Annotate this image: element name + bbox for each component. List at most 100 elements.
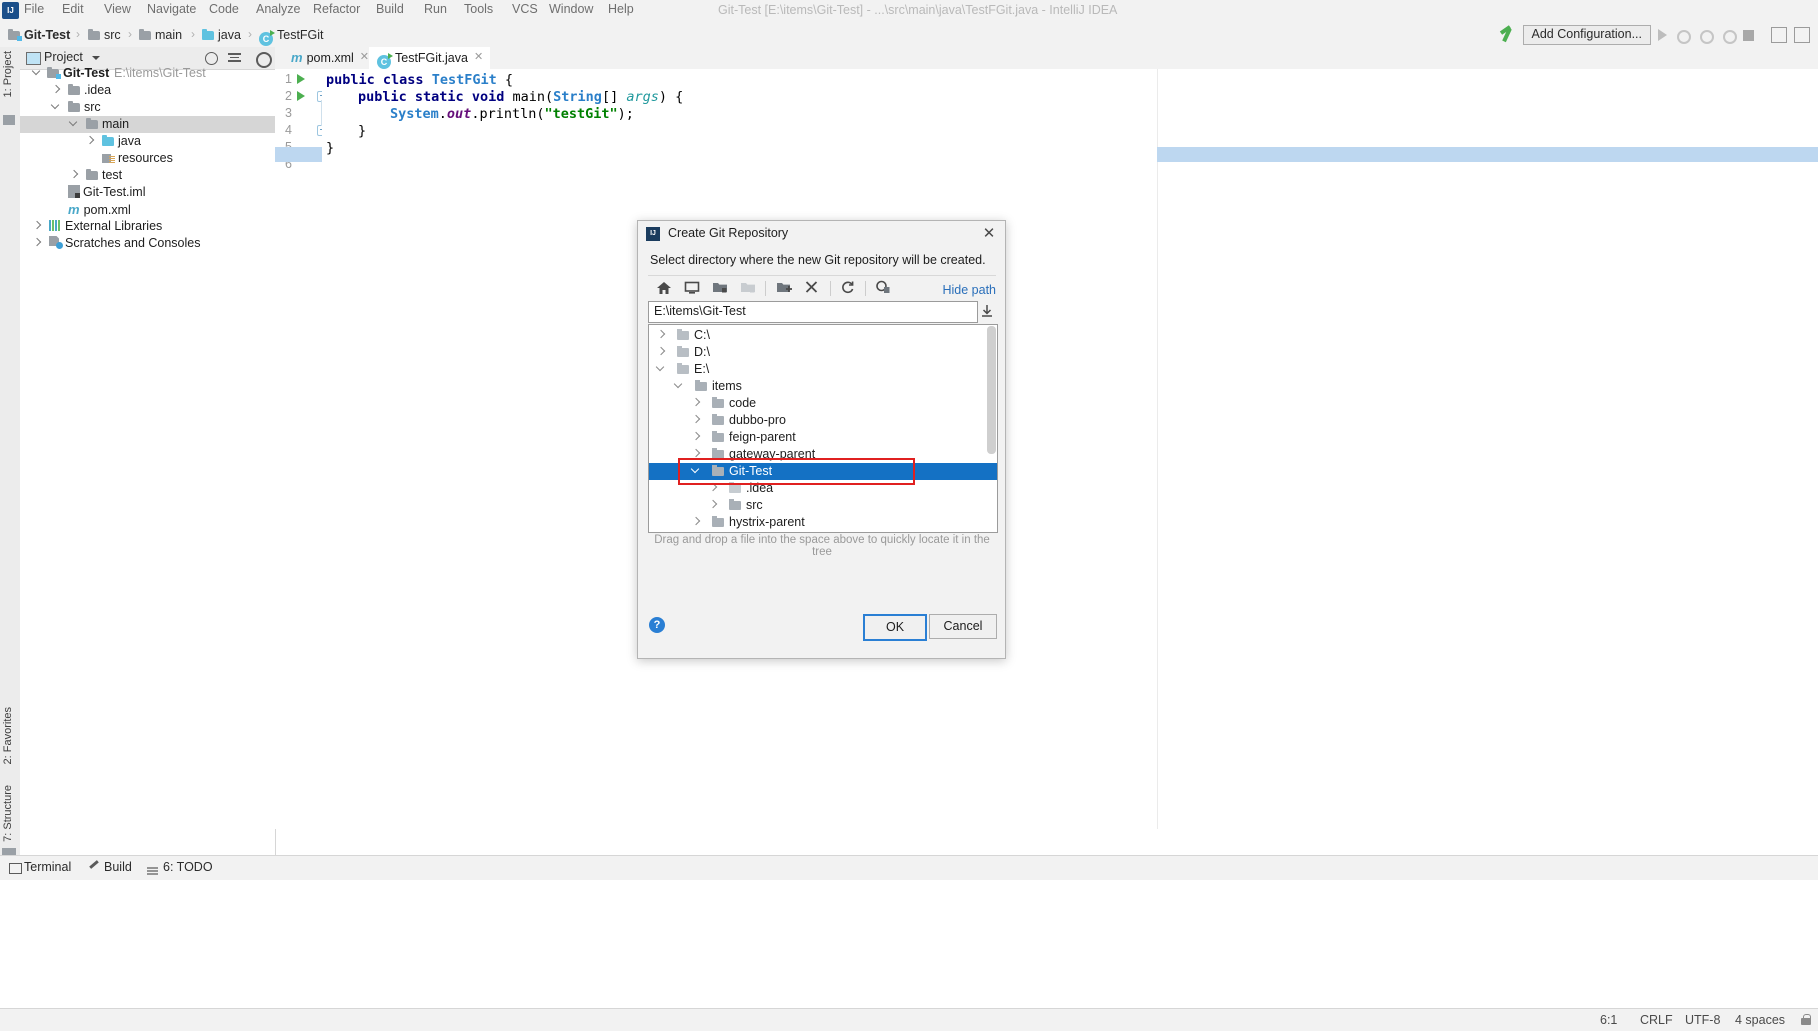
- add-configuration-button[interactable]: Add Configuration...: [1522, 25, 1651, 45]
- chevron-right-icon[interactable]: [692, 518, 701, 527]
- project-folder-icon[interactable]: [712, 280, 732, 298]
- menu-view[interactable]: View: [104, 2, 131, 16]
- chevron-right-icon[interactable]: [86, 137, 95, 146]
- close-icon[interactable]: ✕: [360, 52, 369, 63]
- project-panel-title[interactable]: Project: [44, 50, 83, 64]
- chevron-right-icon[interactable]: [709, 484, 718, 493]
- stop-icon[interactable]: [1743, 29, 1754, 41]
- menu-file[interactable]: File: [24, 2, 44, 16]
- settings-icon[interactable]: [1794, 27, 1810, 43]
- tool-window-terminal[interactable]: Terminal: [24, 860, 71, 874]
- chevron-down-icon[interactable]: [70, 120, 79, 129]
- chevron-down-icon[interactable]: [52, 103, 61, 112]
- breadcrumb-class[interactable]: C TestFGit: [259, 26, 324, 46]
- chevron-right-icon[interactable]: [692, 399, 701, 408]
- delete-icon[interactable]: [804, 280, 824, 298]
- debug-icon[interactable]: [1674, 27, 1691, 44]
- run-method-icon[interactable]: [297, 91, 305, 101]
- menu-code[interactable]: Code: [209, 2, 239, 16]
- menu-build[interactable]: Build: [376, 2, 404, 16]
- menu-edit[interactable]: Edit: [62, 2, 84, 16]
- tab-pom-xml[interactable]: m pom.xml ✕: [283, 47, 376, 69]
- rail-structure-label[interactable]: 7: Structure: [2, 785, 14, 842]
- chevron-right-icon[interactable]: [657, 331, 666, 340]
- lock-icon[interactable]: [1800, 1013, 1812, 1025]
- rail-project-label[interactable]: 1: Project: [2, 51, 14, 97]
- editor-gutter[interactable]: 1 2 3 4 5 6: [275, 69, 328, 829]
- breadcrumb-project[interactable]: Git-Test: [8, 26, 70, 44]
- caret-position[interactable]: 6:1: [1600, 1013, 1617, 1027]
- home-icon[interactable]: [656, 280, 676, 298]
- line-separator[interactable]: CRLF: [1640, 1013, 1673, 1027]
- tree-scrollbar-thumb[interactable]: [987, 326, 996, 454]
- menu-vcs[interactable]: VCS: [512, 2, 538, 16]
- dir-row-dubbo-pro[interactable]: dubbo-pro: [649, 412, 997, 429]
- chevron-right-icon[interactable]: [692, 433, 701, 442]
- rail-favorites-label[interactable]: 2: Favorites: [2, 707, 14, 764]
- locate-icon[interactable]: [205, 52, 218, 65]
- menu-run[interactable]: Run: [424, 2, 447, 16]
- chevron-right-icon[interactable]: [709, 501, 718, 510]
- chevron-right-icon[interactable]: [52, 86, 61, 95]
- tree-row-external-libraries[interactable]: External Libraries: [20, 218, 275, 235]
- chevron-right-icon[interactable]: [33, 222, 42, 231]
- dir-row-d-drive[interactable]: D:\: [649, 344, 997, 361]
- tree-row-src[interactable]: src: [20, 99, 275, 116]
- dir-row-feign-parent[interactable]: feign-parent: [649, 429, 997, 446]
- tree-row-idea[interactable]: .idea: [20, 82, 275, 99]
- run-icon[interactable]: [1658, 29, 1667, 41]
- chevron-right-icon[interactable]: [657, 348, 666, 357]
- dir-row-c-drive[interactable]: C:\: [649, 327, 997, 344]
- collapse-all-icon[interactable]: [228, 53, 241, 63]
- tree-row-iml[interactable]: Git-Test.iml: [20, 184, 275, 201]
- refresh-icon[interactable]: [840, 280, 860, 298]
- menu-tools[interactable]: Tools: [464, 2, 493, 16]
- menu-window[interactable]: Window: [549, 2, 593, 16]
- chevron-down-icon[interactable]: [657, 365, 666, 374]
- tree-row-scratches[interactable]: Scratches and Consoles: [20, 235, 275, 252]
- chevron-right-icon[interactable]: [33, 239, 42, 248]
- menu-help[interactable]: Help: [608, 2, 634, 16]
- tree-row-main[interactable]: main: [20, 116, 275, 133]
- tree-row-git-test[interactable]: Git-Test E:\items\Git-Test: [20, 65, 275, 82]
- dir-row-items[interactable]: items: [649, 378, 997, 395]
- dir-row-hystrix-parent[interactable]: hystrix-parent: [649, 514, 997, 531]
- search-everywhere-icon[interactable]: [1771, 27, 1787, 43]
- file-encoding[interactable]: UTF-8: [1685, 1013, 1720, 1027]
- path-input[interactable]: E:\items\Git-Test: [648, 301, 978, 323]
- show-hidden-icon[interactable]: [875, 280, 895, 298]
- menu-navigate[interactable]: Navigate: [147, 2, 196, 16]
- tree-row-pom[interactable]: m pom.xml: [20, 201, 275, 218]
- run-coverage-icon[interactable]: [1697, 27, 1714, 44]
- profile-icon[interactable]: [1720, 27, 1737, 44]
- cancel-button[interactable]: Cancel: [929, 614, 997, 639]
- dir-row-e-drive[interactable]: E:\: [649, 361, 997, 378]
- menu-refactor[interactable]: Refactor: [313, 2, 360, 16]
- dir-row-src[interactable]: src: [649, 497, 997, 514]
- dir-row-code[interactable]: code: [649, 395, 997, 412]
- tree-row-test[interactable]: test: [20, 167, 275, 184]
- tool-window-build[interactable]: Build: [104, 860, 132, 874]
- chevron-right-icon[interactable]: [70, 171, 79, 180]
- dir-row-itcast-mongodb[interactable]: itcast-mongodb: [649, 531, 997, 532]
- new-folder-icon[interactable]: [776, 280, 796, 298]
- close-icon[interactable]: ✕: [981, 226, 997, 242]
- dropdown-icon[interactable]: [980, 303, 994, 319]
- chevron-down-icon[interactable]: [92, 56, 100, 60]
- tree-row-resources[interactable]: resources: [20, 150, 275, 167]
- chevron-right-icon[interactable]: [692, 416, 701, 425]
- breadcrumb-java[interactable]: java: [202, 26, 241, 44]
- menu-analyze[interactable]: Analyze: [256, 2, 300, 16]
- tab-testfgit-java[interactable]: C TestFGit.java ✕: [369, 47, 490, 71]
- ok-button[interactable]: OK: [863, 614, 927, 641]
- breadcrumb-main[interactable]: main: [139, 26, 182, 44]
- run-class-icon[interactable]: [297, 74, 305, 84]
- chevron-down-icon[interactable]: [675, 382, 684, 391]
- tool-window-todo[interactable]: 6: TODO: [163, 860, 213, 874]
- breadcrumb-src[interactable]: src: [88, 26, 121, 44]
- chevron-down-icon[interactable]: [33, 69, 42, 78]
- hide-path-link[interactable]: Hide path: [942, 283, 996, 297]
- indent-setting[interactable]: 4 spaces: [1735, 1013, 1785, 1027]
- close-icon[interactable]: ✕: [474, 52, 483, 63]
- tree-row-java[interactable]: java: [20, 133, 275, 150]
